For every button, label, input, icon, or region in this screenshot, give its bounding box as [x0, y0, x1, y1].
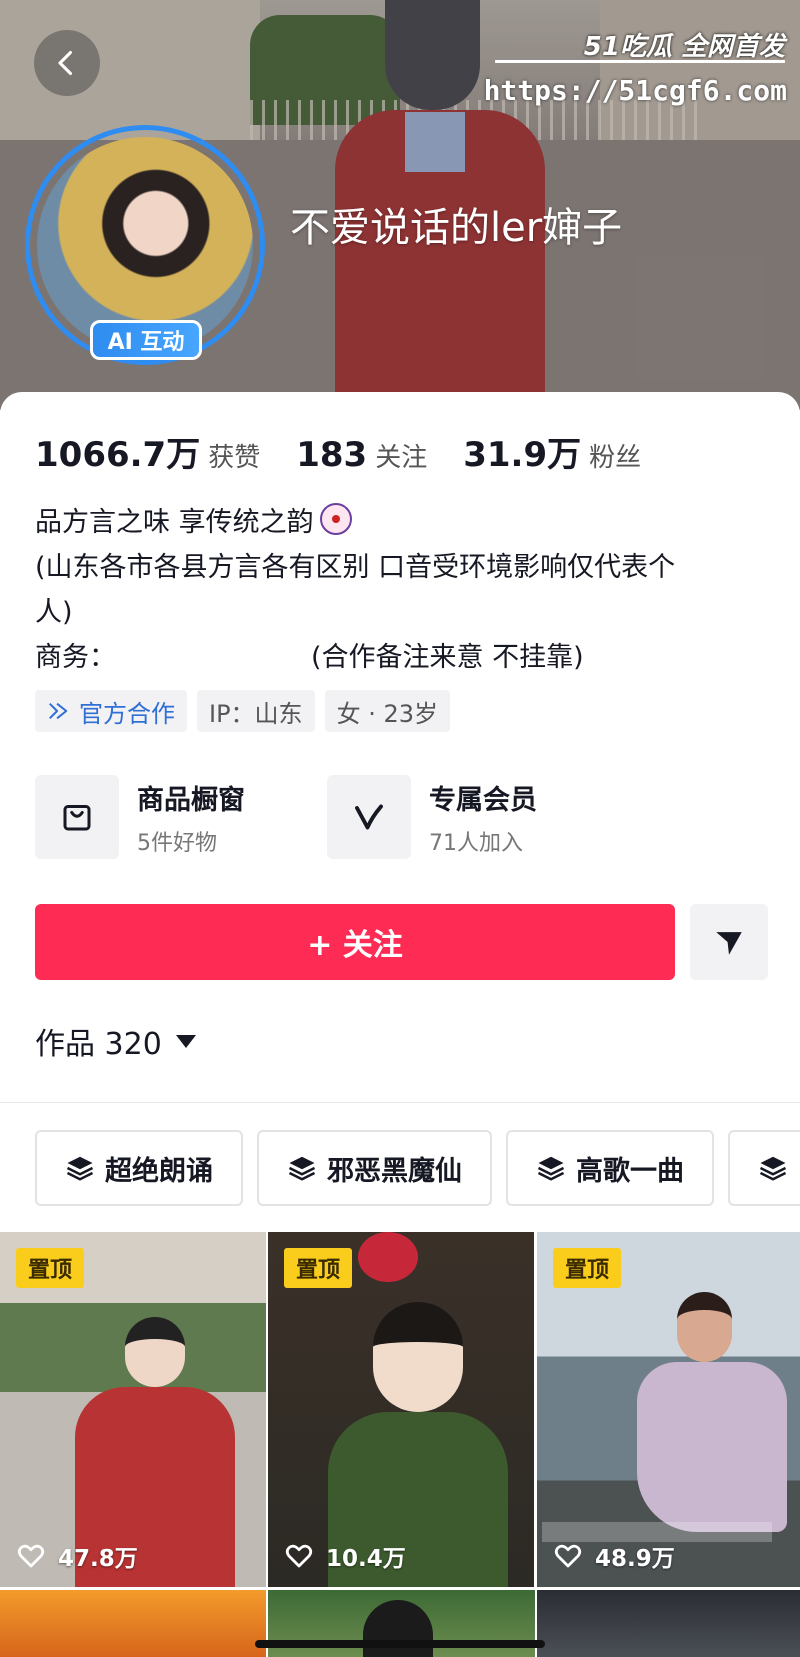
gender-age-tag: 女 · 23岁 — [324, 690, 450, 732]
layers-icon — [759, 1156, 787, 1181]
stat-followers[interactable]: 31.9万 粉丝 — [463, 427, 641, 476]
like-count: 47.8万 — [16, 1539, 138, 1573]
membership-entry[interactable]: 专属会员 71人加入 — [327, 775, 619, 859]
pinned-badge: 置顶 — [16, 1248, 85, 1288]
heart-icon — [17, 1544, 45, 1568]
official-cooperation-tag[interactable]: 官方合作 — [35, 690, 187, 732]
layers-icon — [537, 1156, 565, 1181]
video-thumbnail[interactable] — [537, 1590, 800, 1657]
ip-location-tag: IP：山东 — [197, 690, 315, 732]
services: 商品橱窗 5件好物 专属会员 71人加入 — [35, 775, 619, 859]
share-button[interactable] — [690, 904, 768, 980]
shopping-bag-icon — [63, 805, 91, 831]
collections-row: 超绝朗诵 邪恶黑魔仙 高歌一曲 — [35, 1130, 800, 1206]
profile-tags: 官方合作 IP：山东 女 · 23岁 — [35, 690, 460, 732]
chevron-left-icon — [58, 50, 73, 76]
collection-chip[interactable]: 邪恶黑魔仙 — [257, 1130, 492, 1206]
layers-icon — [66, 1156, 94, 1181]
pinned-badge: 置顶 — [284, 1248, 353, 1288]
heart-icon — [285, 1544, 313, 1568]
profile-nickname: 不爱说话的ler婶子 — [290, 205, 623, 251]
watermark-brand: 51吃瓜 全网首发 — [583, 32, 785, 62]
handshake-icon — [49, 702, 68, 720]
follow-button[interactable]: + 关注 — [35, 904, 675, 980]
like-count: 10.4万 — [284, 1539, 406, 1573]
profile-stats: 1066.7万 获赞 183 关注 31.9万 粉丝 — [35, 427, 677, 476]
works-dropdown[interactable]: 作品 320 — [35, 1019, 196, 1063]
stat-following[interactable]: 183 关注 — [296, 435, 427, 475]
profile-bio: 品方言之味 享传统之韵 (山东各市各县方言各有区别 口音受环境影响仅代表个 人)… — [35, 500, 775, 680]
send-icon — [716, 932, 742, 955]
collection-chip-partial[interactable] — [728, 1130, 800, 1206]
home-indicator — [255, 1640, 545, 1648]
avatar[interactable]: AI 互动 — [25, 125, 265, 365]
pinned-badge: 置顶 — [553, 1248, 622, 1288]
video-thumbnail[interactable]: 置顶 47.8万 — [0, 1232, 266, 1587]
back-button[interactable] — [34, 30, 100, 96]
divider — [0, 1102, 800, 1103]
video-thumbnail[interactable] — [0, 1590, 266, 1657]
shop-window-entry[interactable]: 商品橱窗 5件好物 — [35, 775, 327, 859]
like-count: 48.9万 — [553, 1539, 675, 1573]
collection-chip[interactable]: 超绝朗诵 — [35, 1130, 243, 1206]
redacted-contact — [116, 643, 311, 674]
video-thumbnail[interactable]: 置顶 10.4万 — [268, 1232, 534, 1587]
watermark: 51吃瓜 全网首发 https://51cgf6.com — [484, 20, 795, 115]
stat-likes[interactable]: 1066.7万 获赞 — [35, 427, 260, 476]
video-thumbnail[interactable]: 置顶 48.9万 — [537, 1232, 800, 1587]
eye-emoji-icon — [319, 503, 352, 535]
watermark-url: https://51cgf6.com — [483, 74, 787, 107]
vip-v-icon — [355, 804, 383, 830]
heart-icon — [554, 1544, 582, 1568]
caret-down-icon — [175, 1034, 196, 1048]
collection-chip[interactable]: 高歌一曲 — [506, 1130, 714, 1206]
ai-interaction-badge[interactable]: AI 互动 — [90, 320, 202, 360]
layers-icon — [288, 1156, 316, 1181]
